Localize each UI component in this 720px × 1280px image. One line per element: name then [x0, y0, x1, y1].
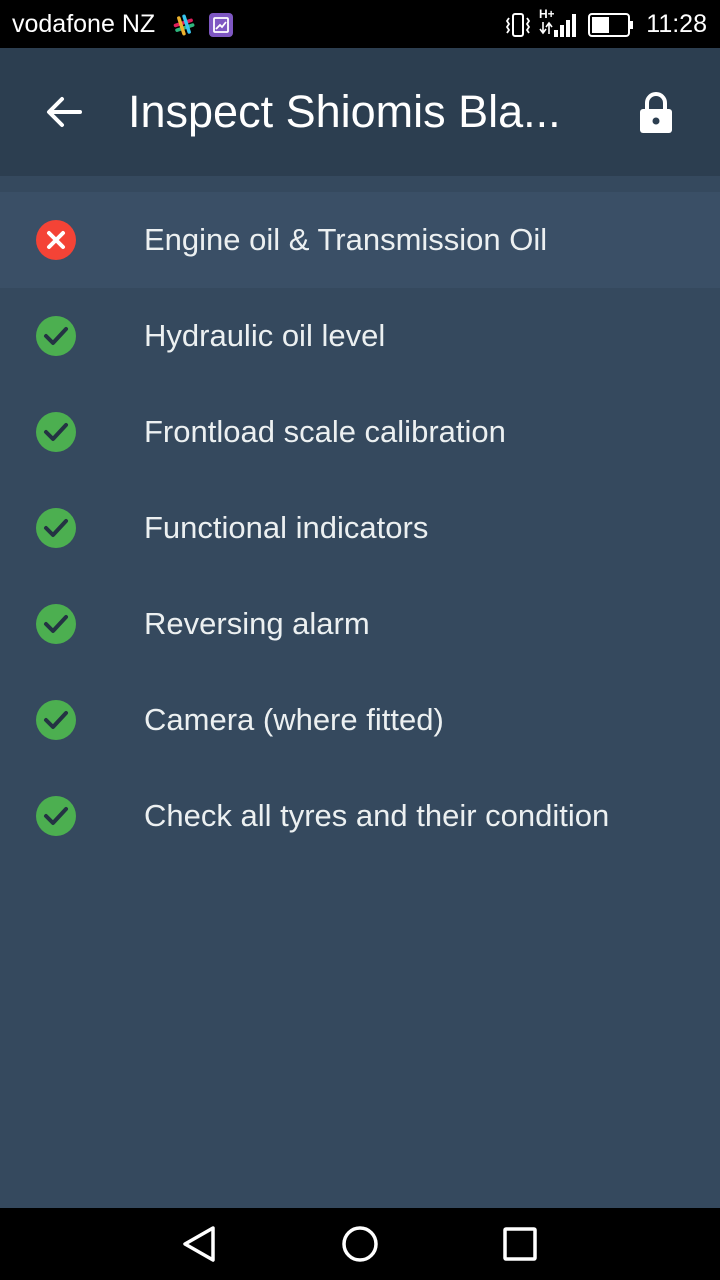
lock-button[interactable] — [628, 84, 684, 140]
recents-square-icon — [503, 1227, 537, 1261]
nav-back-button[interactable] — [180, 1224, 220, 1264]
svg-text:H+: H+ — [539, 7, 554, 21]
status-bar: vodafone NZ H+ 11:28 — [0, 0, 720, 48]
vibrate-icon — [504, 12, 532, 43]
clock: 11:28 — [646, 10, 707, 38]
checklist-item-label: Engine oil & Transmission Oil — [144, 222, 548, 257]
checklist-item[interactable]: Check all tyres and their condition — [0, 768, 720, 864]
check-icon — [36, 796, 76, 836]
navigation-bar — [0, 1208, 720, 1280]
checklist-item[interactable]: Camera (where fitted) — [0, 672, 720, 768]
checklist-item[interactable]: Functional indicators — [0, 480, 720, 576]
app-bar: Inspect Shiomis Bla... — [0, 48, 720, 176]
data-arrows-icon: H+ — [538, 6, 555, 45]
lock-icon — [640, 92, 672, 133]
back-triangle-icon — [183, 1226, 215, 1262]
check-icon — [36, 508, 76, 548]
back-arrow-icon — [47, 97, 82, 127]
checklist-item-label: Functional indicators — [144, 510, 429, 545]
check-icon — [36, 316, 76, 356]
page-title: Inspect Shiomis Bla... — [128, 86, 561, 137]
cross-icon — [36, 220, 76, 260]
nav-recents-button[interactable] — [500, 1224, 540, 1264]
checklist-item-label: Hydraulic oil level — [144, 318, 386, 353]
checklist-item-label: Check all tyres and their condition — [144, 798, 610, 833]
carrier-name: vodafone NZ — [12, 10, 156, 38]
checklist-item[interactable]: Reversing alarm — [0, 576, 720, 672]
slack-icon — [171, 12, 197, 43]
checklist-item[interactable]: Engine oil & Transmission Oil — [0, 192, 720, 288]
check-icon — [36, 700, 76, 740]
home-circle-icon — [342, 1226, 378, 1262]
checklist-item-label: Camera (where fitted) — [144, 702, 444, 737]
signal-icon — [553, 12, 579, 43]
back-button[interactable] — [36, 84, 92, 140]
checklist-item-label: Frontload scale calibration — [144, 414, 506, 449]
gallery-app-icon — [208, 12, 234, 43]
check-icon — [36, 412, 76, 452]
checklist-item[interactable]: Hydraulic oil level — [0, 288, 720, 384]
checklist-item[interactable]: Frontload scale calibration — [0, 384, 720, 480]
battery-icon — [588, 13, 634, 42]
nav-home-button[interactable] — [340, 1224, 380, 1264]
checklist-item-label: Reversing alarm — [144, 606, 370, 641]
check-icon — [36, 604, 76, 644]
inspection-checklist: Engine oil & Transmission Oil Hydraulic o… — [0, 192, 720, 864]
